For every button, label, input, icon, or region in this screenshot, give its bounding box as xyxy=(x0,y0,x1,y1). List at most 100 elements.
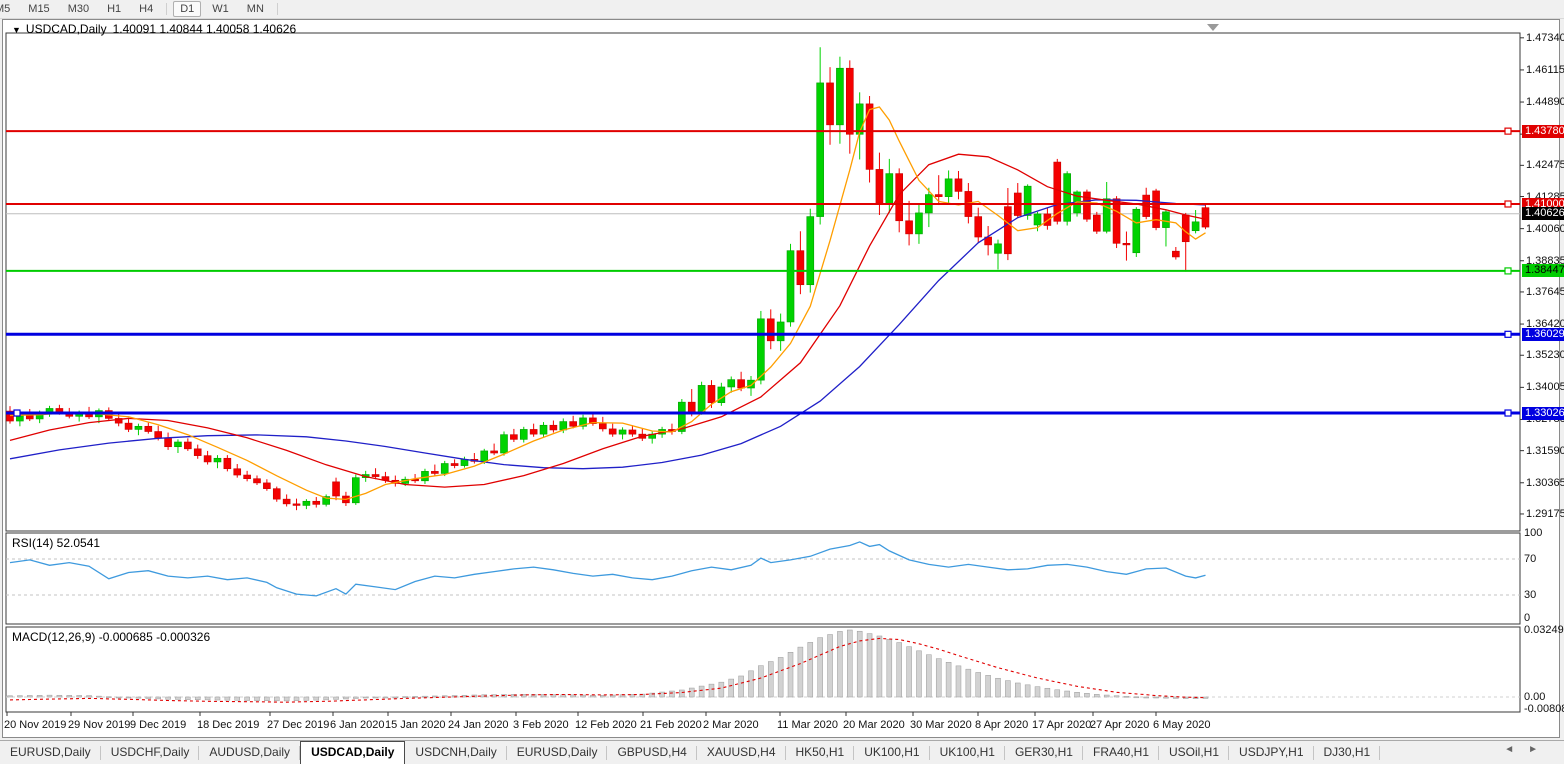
candle xyxy=(1191,221,1200,232)
candle xyxy=(776,321,785,342)
macd-histogram-bar xyxy=(866,633,873,698)
macd-histogram-bar xyxy=(758,665,764,698)
candle xyxy=(213,457,222,463)
line-anchor-handle xyxy=(1504,409,1512,417)
macd-histogram-bar xyxy=(264,696,270,701)
macd-histogram-bar xyxy=(194,696,201,700)
macd-histogram-bar xyxy=(896,642,902,698)
candle xyxy=(687,401,696,413)
macd-histogram-bar xyxy=(106,696,112,698)
candle xyxy=(944,178,953,197)
candle xyxy=(144,425,153,432)
macd-histogram-bar xyxy=(333,696,339,700)
candle xyxy=(974,216,983,238)
candle xyxy=(707,385,716,403)
macd-histogram-bar xyxy=(362,696,369,699)
candle xyxy=(1063,173,1071,222)
macd-histogram-bar xyxy=(807,642,814,698)
macd-histogram-bar xyxy=(560,694,567,698)
macd-histogram-bar xyxy=(1153,696,1159,699)
candle xyxy=(440,463,449,474)
candle xyxy=(826,82,834,126)
macd-histogram-bar xyxy=(244,696,250,701)
macd-histogram-bar xyxy=(1202,696,1209,699)
macd-histogram-bar xyxy=(777,657,784,698)
candle xyxy=(806,216,815,286)
macd-histogram-bar xyxy=(76,695,82,698)
macd-histogram-bar xyxy=(1054,689,1061,698)
chart-canvas[interactable] xyxy=(0,0,1564,764)
macd-histogram-bar xyxy=(234,696,240,701)
macd-histogram-bar xyxy=(422,695,428,698)
candle xyxy=(1172,250,1180,258)
candle xyxy=(855,103,864,135)
macd-histogram-bar xyxy=(293,696,300,701)
macd-histogram-bar xyxy=(185,696,191,700)
candle xyxy=(836,67,844,126)
macd-histogram-bar xyxy=(718,681,725,698)
candle xyxy=(1152,190,1160,228)
candle xyxy=(1122,243,1131,246)
macd-histogram-bar xyxy=(1015,682,1021,698)
candle xyxy=(697,385,706,413)
candle xyxy=(994,243,1002,254)
macd-histogram-bar xyxy=(728,678,734,698)
macd-histogram-bar xyxy=(204,696,211,701)
candle xyxy=(915,212,923,235)
macd-histogram-bar xyxy=(432,695,438,698)
macd-histogram-bar xyxy=(768,661,774,698)
candle xyxy=(895,173,904,222)
candle xyxy=(757,318,765,381)
macd-histogram-bar xyxy=(847,629,853,698)
macd-histogram-bar xyxy=(995,677,1001,698)
macd-histogram-bar xyxy=(1133,696,1140,699)
macd-histogram-bar xyxy=(86,695,92,698)
macd-histogram-bar xyxy=(797,646,804,698)
macd-histogram-bar xyxy=(787,652,794,698)
macd-histogram-bar xyxy=(303,696,310,701)
macd-histogram-bar xyxy=(382,696,389,699)
macd-histogram-bar xyxy=(827,634,833,698)
macd-histogram-bar xyxy=(1123,696,1130,698)
macd-histogram-bar xyxy=(965,668,972,698)
macd-histogram-bar xyxy=(17,695,23,698)
line-anchor-handle xyxy=(1504,267,1512,275)
candle xyxy=(263,482,271,489)
candle xyxy=(549,424,558,431)
macd-histogram-bar xyxy=(926,654,932,698)
macd-histogram-bar xyxy=(392,696,399,699)
candle xyxy=(184,441,192,450)
tab-scroll-right-icon[interactable]: ► xyxy=(1528,744,1552,755)
candle xyxy=(1004,206,1012,255)
candle xyxy=(282,498,291,505)
macd-histogram-bar xyxy=(313,696,320,701)
macd-histogram-bar xyxy=(679,689,685,698)
rsi-pane-border xyxy=(5,532,1521,625)
candle xyxy=(450,463,459,466)
macd-histogram-bar xyxy=(906,646,912,698)
candle xyxy=(154,431,162,439)
candle xyxy=(253,478,261,484)
candle xyxy=(164,437,172,448)
macd-histogram-bar xyxy=(115,696,122,699)
macd-histogram-bar xyxy=(1044,687,1051,698)
candle xyxy=(885,173,894,205)
candle xyxy=(796,250,805,286)
macd-histogram-bar xyxy=(1064,690,1070,698)
line-anchor-handle xyxy=(13,409,21,417)
macd-histogram-bar xyxy=(372,696,379,699)
candle xyxy=(351,477,360,504)
candle xyxy=(1023,185,1032,216)
tab-scroll-arrows[interactable]: ◄► xyxy=(1504,744,1552,755)
macd-histogram-bar xyxy=(7,695,13,698)
candle xyxy=(1181,214,1190,243)
macd-histogram-bar xyxy=(402,696,408,698)
macd-histogram-bar xyxy=(1024,684,1031,698)
macd-histogram-bar xyxy=(945,662,952,698)
macd-histogram-bar xyxy=(412,696,418,698)
candle xyxy=(1033,213,1042,226)
candle xyxy=(25,415,34,420)
tab-scroll-left-icon[interactable]: ◄ xyxy=(1504,744,1528,755)
macd-histogram-bar xyxy=(886,639,893,698)
candle xyxy=(598,423,607,430)
